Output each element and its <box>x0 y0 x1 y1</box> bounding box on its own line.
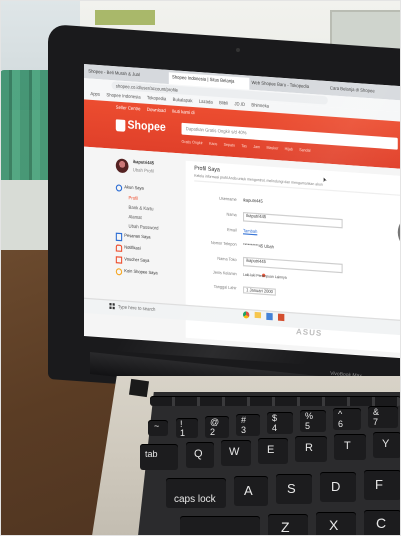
key-label: caps lock <box>174 494 216 505</box>
shopee-logo[interactable]: Shopee <box>127 119 165 135</box>
key-d[interactable]: D <box>320 472 356 502</box>
windows-start-icon[interactable] <box>109 302 115 310</box>
download-link[interactable]: Download <box>147 106 166 113</box>
function-row <box>150 396 401 406</box>
webcam <box>236 48 240 52</box>
quick-link[interactable]: Tas <box>241 143 247 148</box>
browser-app-icon[interactable] <box>242 311 250 319</box>
key-w[interactable]: W <box>221 440 251 466</box>
usb-port <box>128 378 150 398</box>
key-label: # <box>241 415 247 425</box>
bell-icon <box>115 244 123 252</box>
key-label: 5 <box>305 421 311 431</box>
coin-icon <box>115 268 123 276</box>
key-label: 2 <box>210 427 216 437</box>
key-tilde[interactable]: ~ <box>148 420 168 436</box>
quick-link[interactable]: Sandal <box>299 147 310 153</box>
avatar[interactable] <box>115 158 129 174</box>
email-add-link[interactable]: Tambah <box>243 229 257 235</box>
quick-link[interactable]: Kaos <box>209 141 217 146</box>
quick-link[interactable]: Hijab <box>285 146 293 151</box>
key-f[interactable]: F <box>364 470 401 500</box>
key-label: 6 <box>338 419 344 429</box>
key-label: 3 <box>241 425 247 435</box>
key-r[interactable]: R <box>295 436 327 462</box>
laptop-brand: ASUS <box>295 327 323 338</box>
store-app-icon[interactable] <box>266 312 273 321</box>
key-label: ^ <box>338 409 343 419</box>
key-3[interactable]: #3 <box>236 414 260 436</box>
office-app-icon[interactable] <box>277 313 285 322</box>
key-label: % <box>305 411 314 421</box>
quick-link[interactable]: Masker <box>266 145 278 151</box>
voucher-icon <box>115 256 123 264</box>
key-label: & <box>373 407 380 417</box>
key-caps-lock[interactable]: caps lock <box>166 478 226 508</box>
key-label: Z <box>281 519 290 535</box>
key-q[interactable]: Q <box>186 442 214 468</box>
key-label: R <box>305 442 313 454</box>
key-label: D <box>331 479 341 494</box>
folder-app-icon[interactable] <box>254 311 262 319</box>
user-icon <box>115 184 123 192</box>
wall-poster <box>95 10 155 25</box>
key-e[interactable]: E <box>258 438 288 464</box>
key-label: tab <box>145 449 158 459</box>
laptop-screen: Shopee - Beli Murah & Jual Shopee Indone… <box>84 64 401 359</box>
orders-icon <box>115 232 123 242</box>
key-6[interactable]: ^ 6 <box>333 408 361 430</box>
sidebar-item-profile[interactable]: Profil <box>129 195 139 202</box>
key-5[interactable]: % 5 <box>300 410 326 432</box>
key-label: 7 <box>373 417 379 427</box>
shopee-bag-icon[interactable] <box>115 119 126 132</box>
key-label: Y <box>382 438 390 450</box>
photo-scene: Shopee - Beli Murah & Jual Shopee Indone… <box>0 0 401 536</box>
key-label: F <box>375 477 383 492</box>
key-y[interactable]: Y <box>373 432 401 458</box>
key-t[interactable]: T <box>334 434 366 460</box>
key-s[interactable]: S <box>276 474 312 504</box>
key-a[interactable]: A <box>234 476 268 506</box>
key-7[interactable]: & 7 <box>368 406 398 428</box>
key-label: W <box>229 446 240 458</box>
key-tab[interactable]: tab <box>140 444 178 470</box>
key-label: $ <box>272 413 278 423</box>
key-2[interactable]: @2 <box>205 416 229 438</box>
quick-link[interactable]: Jam <box>253 144 260 149</box>
key-label: 1 <box>180 428 186 438</box>
key-shift[interactable] <box>180 516 260 536</box>
key-label: ~ <box>154 421 160 431</box>
key-label: Q <box>194 448 203 460</box>
key-label: T <box>344 440 351 452</box>
key-1[interactable]: ! 1 <box>176 418 198 438</box>
key-label: X <box>329 517 339 533</box>
sidebar-item-address[interactable]: Alamat <box>129 213 142 220</box>
key-label: E <box>267 444 275 456</box>
key-label: C <box>376 515 387 531</box>
key-label: 4 <box>272 423 278 433</box>
key-4[interactable]: $4 <box>267 412 293 434</box>
key-label: S <box>287 481 296 496</box>
key-z[interactable]: Z <box>268 514 308 536</box>
key-label: @ <box>210 417 220 427</box>
key-c[interactable]: C <box>364 510 401 536</box>
quick-link[interactable]: Sepatu <box>224 142 235 148</box>
key-x[interactable]: X <box>316 512 356 536</box>
key-label: A <box>244 483 253 498</box>
